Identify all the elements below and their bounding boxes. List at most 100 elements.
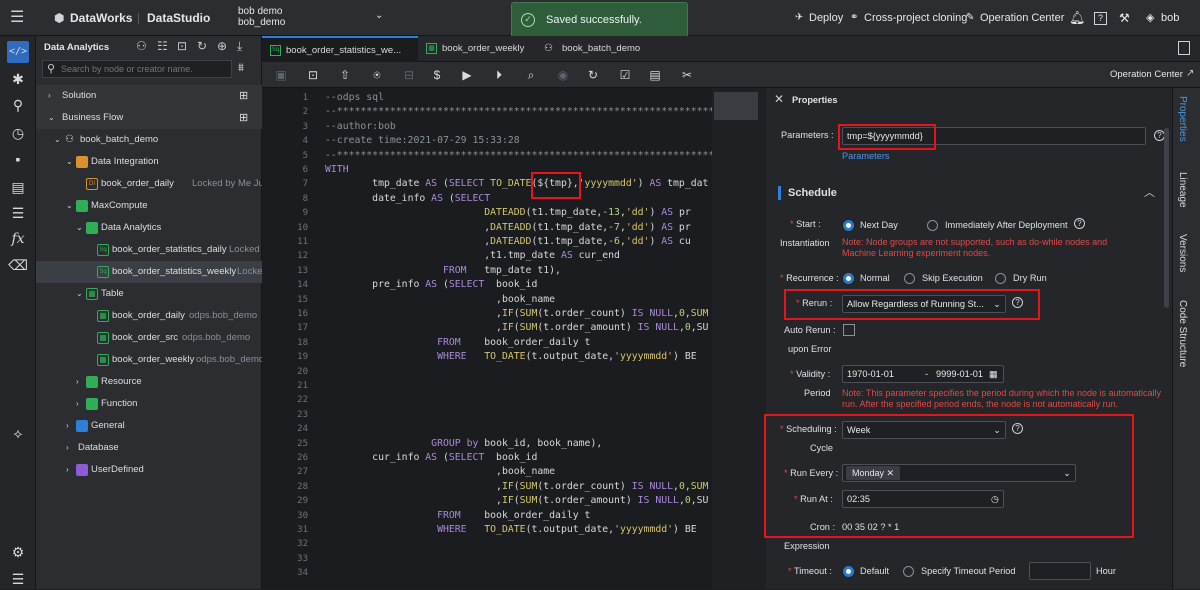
code-line[interactable]: FROM book_order_daily t [325, 336, 590, 350]
tab-book-order-statistics-weekly[interactable]: Sq book_order_statistics_we... [262, 36, 418, 62]
validity-to[interactable]: 9999-01-01 [936, 366, 983, 382]
steal-lock-icon[interactable]: ⍟ [370, 68, 384, 82]
search-icon[interactable]: ⚲ [0, 94, 36, 116]
submit-icon[interactable]: ⇧ [338, 68, 352, 82]
clock-icon[interactable]: ◷ [0, 122, 36, 144]
search-input[interactable] [61, 62, 229, 76]
grid-icon[interactable]: ⊞ [239, 107, 248, 129]
code-line[interactable]: ,book_name [325, 465, 555, 479]
tools-icon[interactable]: ✂ [680, 68, 694, 82]
tree-data-analytics[interactable]: ⌄ Data Analytics [36, 217, 262, 239]
tree-resource[interactable]: › Resource [36, 371, 262, 393]
validity-from[interactable]: 1970-01-01 [847, 366, 894, 382]
tree-table-book-order-weekly[interactable]: ▦ book_order_weekly odps.bob_demo [36, 349, 264, 371]
preview-icon[interactable]: ⌕ [524, 68, 538, 82]
tree-data-integration[interactable]: ⌄ Data Integration [36, 151, 262, 173]
validity-range[interactable]: 1970-01-01 - 9999-01-01 ▦ [842, 365, 1004, 383]
code-line[interactable]: FROM tmp_date t1), [325, 264, 561, 278]
help-icon[interactable]: ? [1094, 0, 1107, 36]
brand-name[interactable]: DataWorks [70, 0, 132, 36]
help-icon[interactable]: ? [1074, 218, 1085, 229]
tree-node-book-order-daily[interactable]: DI book_order_daily Locked by Me Jul 29 [36, 173, 279, 195]
save-icon[interactable]: ▣ [274, 68, 288, 82]
list-icon[interactable]: ☷ [157, 39, 168, 53]
code-line[interactable]: FROM book_order_daily t [325, 509, 590, 523]
lock-icon[interactable]: ⊟ [402, 68, 416, 82]
code-line[interactable]: ,t1.tmp_date AS cur_end [325, 249, 620, 263]
tree-flow-book-batch-demo[interactable]: ⌄ ⚇ book_batch_demo [36, 129, 262, 151]
run-icon[interactable]: ▶ [460, 68, 474, 82]
tab-lineage[interactable]: Lineage [1177, 172, 1188, 208]
tree-solution[interactable]: › Solution ⊞ [36, 85, 262, 107]
menu-icon[interactable]: ☰ [10, 0, 24, 36]
code-line[interactable]: ,IF(SUM(t.order_amount) IS NULL,0,SU [325, 494, 708, 508]
code-editor[interactable]: 1 2 3 4 5 6 7 8 9 10 11 12 13 14 15 16 17 18 19 20 21 22 23 24 2… [262, 88, 766, 589]
operation-center-link[interactable]: Operation Center [980, 0, 1064, 36]
tree-general[interactable]: › General [36, 415, 262, 437]
user-name[interactable]: bob [1161, 0, 1179, 36]
settings-icon[interactable]: ⚙ [0, 541, 36, 563]
tree-function[interactable]: › Function [36, 393, 262, 415]
filter-icon[interactable]: ⩩ [238, 62, 244, 75]
deploy-button[interactable]: Deploy [809, 0, 843, 36]
external-link-icon[interactable]: ↗ [1186, 68, 1194, 79]
search-box[interactable]: ⚲ [42, 60, 232, 78]
component-icon[interactable]: ✱ [0, 68, 36, 90]
format-icon[interactable]: ▤ [648, 68, 662, 82]
tree-table-book-order-daily[interactable]: ▦ book_order_daily odps.bob_demo [36, 305, 262, 327]
user-avatar-icon[interactable]: ◈ [1146, 0, 1154, 36]
code-line[interactable]: DATEADD(t1.tmp_date,-13,'dd') AS pr [325, 206, 690, 220]
import-icon[interactable]: ⤓ [237, 39, 242, 54]
code-line[interactable]: --create time:2021-07-29 15:33:28 [325, 134, 520, 148]
tab-versions[interactable]: Versions [1177, 234, 1188, 272]
workflow-icon[interactable]: ⟡ [0, 422, 36, 444]
workspace-selector[interactable]: bob demo bob_demo ⌄ [238, 6, 388, 30]
list-icon[interactable]: ☰ [0, 202, 36, 224]
reload-icon[interactable]: ↻ [586, 68, 600, 82]
tree-userdefined[interactable]: › UserDefined [36, 459, 262, 481]
code-line[interactable]: GROUP by book_id, book_name), [325, 437, 602, 451]
code-line[interactable]: --**************************************… [325, 105, 750, 119]
tree-business-flow[interactable]: ⌄ Business Flow ⊞ [36, 107, 262, 129]
normal-radio[interactable] [843, 273, 854, 284]
save-as-icon[interactable]: ⊡ [306, 68, 320, 82]
trash-icon[interactable]: ⌫ [0, 254, 36, 276]
tab-code-structure[interactable]: Code Structure [1177, 300, 1188, 367]
dry-run-radio[interactable] [995, 273, 1006, 284]
auto-rerun-checkbox[interactable] [843, 324, 855, 336]
tree-database[interactable]: › Database [36, 437, 262, 459]
code-line[interactable]: ,DATEADD(t1.tmp_date,-6,'dd') AS cu [325, 235, 690, 249]
code-line[interactable]: pre_info AS (SELECT book_id [325, 278, 537, 292]
code-line[interactable]: WHERE TO_DATE(t.output_date,'yyyymmdd') … [325, 350, 697, 364]
code-area[interactable]: --odps sql --****************************… [324, 88, 766, 589]
bell-icon[interactable]: 🔔︎ [1069, 0, 1086, 36]
window-restore-icon[interactable] [1178, 41, 1190, 55]
code-line[interactable]: WITH [325, 163, 349, 177]
collapse-menu-icon[interactable]: ☰ [0, 568, 36, 590]
next-day-radio[interactable] [843, 220, 854, 231]
code-line[interactable]: --author:bob [325, 120, 396, 134]
run-with-params-icon[interactable]: ⏵ [492, 68, 506, 82]
tree-maxcompute[interactable]: ⌄ MaxCompute [36, 195, 262, 217]
tree-table[interactable]: ⌄ ▦ Table [36, 283, 262, 305]
code-line[interactable]: WHERE TO_DATE(t.output_date,'yyyymmdd') … [325, 523, 697, 537]
calendar-icon[interactable]: ▦ [989, 366, 998, 382]
data-development-icon[interactable]: </> [7, 41, 29, 63]
chevron-up-icon[interactable]: ︿ [1144, 184, 1155, 200]
briefcase-icon[interactable]: ▪ [0, 148, 36, 170]
tab-book-order-weekly[interactable]: ▦ book_order_weekly [424, 36, 534, 62]
grid-icon[interactable]: ⊞ [239, 85, 248, 107]
refresh-icon[interactable]: ↻ [197, 39, 207, 53]
timeout-hours-input[interactable] [1029, 562, 1091, 580]
code-line[interactable]: ,book_name [325, 293, 555, 307]
tree-table-book-order-src[interactable]: ▦ book_order_src odps.bob_demo [36, 327, 262, 349]
tree-sql-daily[interactable]: Sq book_order_statistics_daily Locked [36, 239, 262, 261]
new-file-icon[interactable]: ⊡ [177, 39, 187, 53]
panel-scrollbar[interactable] [1164, 128, 1169, 308]
cost-icon[interactable]: $ [430, 68, 444, 82]
parameters-link[interactable]: Parameters [842, 151, 890, 161]
code-line[interactable]: ,IF(SUM(t.order_count) IS NULL,0,SUM [325, 480, 708, 494]
code-line[interactable]: date_info AS (SELECT [325, 192, 490, 206]
user-filter-icon[interactable]: ⚇ [136, 39, 147, 53]
cross-project-cloning-button[interactable]: Cross-project cloning [864, 0, 967, 36]
